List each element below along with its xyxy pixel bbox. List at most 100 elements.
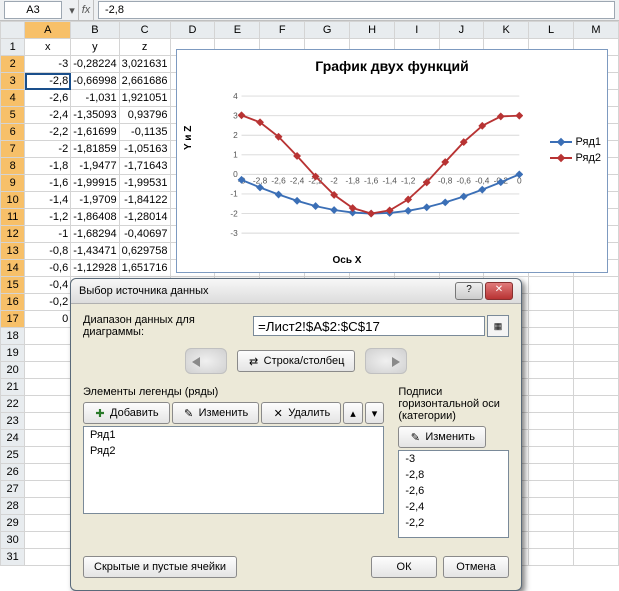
cell[interactable] [529, 498, 574, 515]
cell[interactable]: -1,61699 [71, 124, 119, 141]
chart-range-input[interactable] [253, 316, 485, 336]
range-picker-icon[interactable]: ▦ [487, 315, 509, 337]
cell[interactable] [529, 294, 574, 311]
categories-listbox[interactable]: -3-2,8-2,6-2,4-2,2 [398, 450, 509, 538]
list-item[interactable]: Ряд2 [84, 443, 383, 459]
cell[interactable] [529, 430, 574, 447]
select-all-corner[interactable] [1, 22, 25, 39]
cell[interactable]: 0,93796 [119, 107, 170, 124]
row-header[interactable]: 10 [1, 192, 25, 209]
cell[interactable]: -1,71643 [119, 158, 170, 175]
cell[interactable] [25, 515, 71, 532]
row-header[interactable]: 13 [1, 243, 25, 260]
col-header-K[interactable]: K [484, 22, 529, 39]
formula-input[interactable]: -2,8 [98, 1, 615, 19]
cell[interactable] [529, 379, 574, 396]
list-item[interactable]: -3 [399, 451, 508, 467]
cell[interactable]: -1,05163 [119, 141, 170, 158]
list-item[interactable]: Ряд1 [84, 427, 383, 443]
cell[interactable] [529, 515, 574, 532]
row-header[interactable]: 30 [1, 532, 25, 549]
row-header[interactable]: 20 [1, 362, 25, 379]
cell[interactable] [573, 447, 618, 464]
cell[interactable] [573, 413, 618, 430]
cell[interactable]: 0,629758 [119, 243, 170, 260]
col-header-A[interactable]: A [25, 22, 71, 39]
cell[interactable]: -0,4 [25, 277, 71, 294]
cell[interactable]: -1 [25, 226, 71, 243]
cell[interactable]: -0,6 [25, 260, 71, 277]
embedded-chart[interactable]: График двух функций Y и Z -3-2-101234-3-… [176, 49, 608, 273]
row-header[interactable]: 2 [1, 56, 25, 73]
cell[interactable]: -0,66998 [71, 73, 119, 90]
cell[interactable]: -2,6 [25, 90, 71, 107]
row-header[interactable]: 26 [1, 464, 25, 481]
list-item[interactable]: -2,8 [399, 467, 508, 483]
series-listbox[interactable]: Ряд1Ряд2 [83, 426, 384, 514]
cell[interactable]: 2,661686 [119, 73, 170, 90]
row-header[interactable]: 27 [1, 481, 25, 498]
cell[interactable]: x [25, 39, 71, 56]
cell[interactable]: 1,921051 [119, 90, 170, 107]
list-item[interactable]: -2,6 [399, 483, 508, 499]
row-header[interactable]: 7 [1, 141, 25, 158]
cell[interactable] [25, 430, 71, 447]
remove-series-button[interactable]: ✕Удалить [261, 402, 341, 424]
cell[interactable] [573, 277, 618, 294]
cell[interactable] [529, 277, 574, 294]
row-header[interactable]: 25 [1, 447, 25, 464]
col-header-G[interactable]: G [305, 22, 350, 39]
cell[interactable]: -0,40697 [119, 226, 170, 243]
row-header[interactable]: 4 [1, 90, 25, 107]
col-header-M[interactable]: M [573, 22, 618, 39]
cell[interactable]: -2,4 [25, 107, 71, 124]
cell[interactable] [573, 362, 618, 379]
cell[interactable] [573, 379, 618, 396]
add-series-button[interactable]: ✚Добавить [83, 402, 170, 424]
hidden-empty-cells-button[interactable]: Скрытые и пустые ячейки [83, 556, 237, 578]
switch-row-column-button[interactable]: ⇄Строка/столбец [237, 350, 356, 372]
col-header-E[interactable]: E [215, 22, 260, 39]
col-header-F[interactable]: F [260, 22, 305, 39]
cell[interactable] [25, 498, 71, 515]
cell[interactable] [529, 362, 574, 379]
cell[interactable] [573, 294, 618, 311]
col-header-H[interactable]: H [350, 22, 395, 39]
ok-button[interactable]: ОК [371, 556, 437, 578]
cell[interactable]: -1,9709 [71, 192, 119, 209]
fx-icon[interactable]: fx [78, 0, 94, 20]
cell[interactable] [529, 345, 574, 362]
cell[interactable] [573, 464, 618, 481]
row-header[interactable]: 18 [1, 328, 25, 345]
row-header[interactable]: 29 [1, 515, 25, 532]
cell[interactable]: -1,6 [25, 175, 71, 192]
col-header-B[interactable]: B [71, 22, 119, 39]
cell[interactable] [25, 345, 71, 362]
cell[interactable]: -1,99531 [119, 175, 170, 192]
cell[interactable] [25, 396, 71, 413]
row-header[interactable]: 12 [1, 226, 25, 243]
row-header[interactable]: 3 [1, 73, 25, 90]
cell[interactable]: -1,86408 [71, 209, 119, 226]
cell[interactable]: -1,9477 [71, 158, 119, 175]
cell[interactable] [25, 362, 71, 379]
cell[interactable] [529, 481, 574, 498]
cell[interactable]: 1,651716 [119, 260, 170, 277]
cell[interactable]: -1,4 [25, 192, 71, 209]
col-header-I[interactable]: I [395, 22, 440, 39]
cell[interactable] [25, 328, 71, 345]
cell[interactable] [529, 464, 574, 481]
row-header[interactable]: 16 [1, 294, 25, 311]
cell[interactable] [529, 311, 574, 328]
cell[interactable]: 3,021631 [119, 56, 170, 73]
row-header[interactable]: 15 [1, 277, 25, 294]
cell[interactable] [529, 413, 574, 430]
cell[interactable] [573, 549, 618, 566]
name-box-dropdown-icon[interactable]: ▾ [66, 4, 78, 17]
cell[interactable]: -1,35093 [71, 107, 119, 124]
cell[interactable] [25, 413, 71, 430]
cell[interactable]: -1,43471 [71, 243, 119, 260]
row-header[interactable]: 5 [1, 107, 25, 124]
cell[interactable]: -0,8 [25, 243, 71, 260]
cell[interactable] [573, 328, 618, 345]
